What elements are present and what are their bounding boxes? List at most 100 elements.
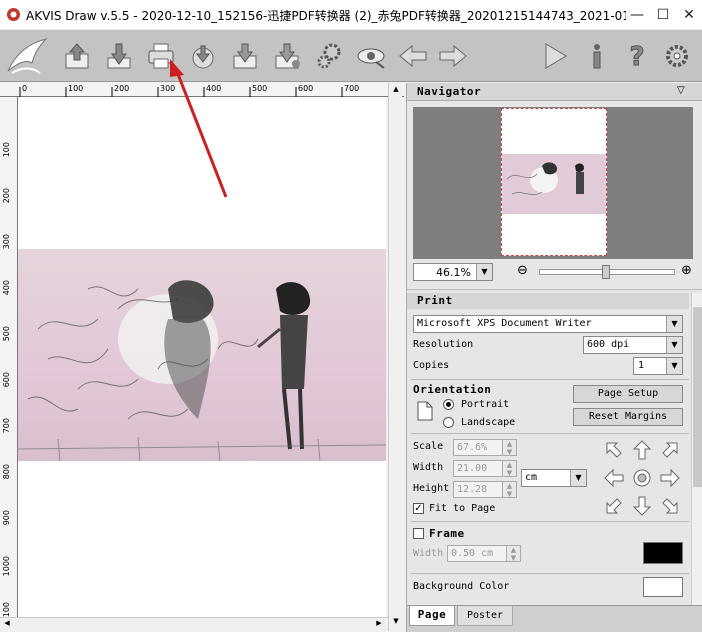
dropdown-arrow-icon[interactable]: ▼ — [666, 358, 682, 374]
zoom-select[interactable]: 46.1% ▼ — [413, 263, 493, 281]
printer-select[interactable]: Microsoft XPS Document Writer ▼ — [413, 315, 683, 333]
reset-margins-button[interactable]: Reset Margins — [573, 408, 683, 426]
settings-gear-icon[interactable] — [312, 40, 346, 72]
ruler-label: 700 — [2, 418, 11, 434]
save-icon[interactable] — [102, 40, 136, 72]
main-toolbar: ? — [0, 30, 702, 82]
ruler-label: 0 — [22, 84, 28, 93]
divider — [411, 521, 689, 522]
ruler-label: 800 — [2, 464, 11, 480]
window-title: AKVIS Draw v.5.5 - 2020-12-10_152156-迅捷P… — [26, 9, 626, 23]
spinner-arrows-icon[interactable]: ▲ ▼ — [506, 546, 520, 562]
horizontal-scrollbar[interactable]: ◀ ▶ — [0, 617, 388, 631]
zoom-value: 46.1% — [436, 266, 471, 279]
frame-color-swatch[interactable] — [643, 542, 683, 564]
scroll-up-icon[interactable]: ▲ — [391, 85, 401, 95]
navigator-header: Navigator ▽ — [407, 83, 702, 101]
align-bottom-icon[interactable] — [631, 495, 653, 517]
fit-to-page-checkbox[interactable]: ✓ — [413, 503, 424, 514]
close-button[interactable]: ✕ — [676, 0, 702, 30]
print-header: Print — [407, 293, 689, 309]
spinner-arrows-icon[interactable]: ▲ ▼ — [502, 461, 516, 477]
dropdown-arrow-icon[interactable]: ▼ — [666, 316, 682, 332]
scale-label: Scale — [413, 441, 444, 452]
dropdown-arrow-icon[interactable]: ▼ — [570, 470, 586, 486]
width-label: Width — [413, 462, 444, 473]
panel-scrollbar[interactable] — [691, 293, 702, 613]
copies-label: Copies — [413, 360, 450, 371]
ruler-label: 500 — [2, 326, 11, 342]
info-icon[interactable] — [580, 40, 614, 72]
landscape-label: Landscape — [461, 417, 516, 428]
svg-text:?: ? — [629, 42, 644, 72]
landscape-radio[interactable] — [443, 417, 454, 428]
vertical-scrollbar[interactable]: ▲ ▼ — [388, 83, 402, 631]
align-bottom-right-icon[interactable] — [659, 495, 681, 517]
dropdown-arrow-icon[interactable]: ▼ — [476, 264, 492, 280]
minimize-button[interactable]: — — [624, 0, 650, 30]
tab-page-label: Page — [417, 608, 447, 621]
ruler-label: 900 — [2, 510, 11, 526]
align-right-icon[interactable] — [659, 467, 681, 489]
scroll-left-icon[interactable]: ◀ — [2, 619, 12, 629]
align-center-icon[interactable] — [631, 467, 653, 489]
orientation-title: Orientation — [413, 383, 492, 396]
frame-checkbox[interactable] — [413, 528, 424, 539]
height-value: 12.28 — [457, 484, 488, 495]
align-top-icon[interactable] — [631, 439, 653, 461]
spinner-arrows-icon[interactable]: ▲ ▼ — [502, 482, 516, 498]
height-label: Height — [413, 483, 450, 494]
height-spinner[interactable]: 12.28 ▲ ▼ — [453, 481, 517, 498]
zoom-slider[interactable] — [539, 265, 675, 279]
align-top-left-icon[interactable] — [603, 439, 625, 461]
print-title: Print — [417, 294, 453, 307]
unit-select[interactable]: cm ▼ — [521, 469, 587, 487]
resolution-value: 600 dpi — [587, 339, 630, 350]
scale-spinner[interactable]: 67.6% ▲ ▼ — [453, 439, 517, 456]
scroll-down-icon[interactable]: ▼ — [391, 617, 401, 627]
zoom-slider-thumb[interactable] — [602, 265, 610, 279]
divider — [407, 289, 702, 290]
preferences-icon[interactable] — [660, 40, 694, 72]
panel-scroll-thumb[interactable] — [693, 307, 702, 487]
navigator-page — [501, 108, 607, 256]
portrait-radio[interactable] — [443, 399, 454, 410]
help-icon[interactable]: ? — [620, 40, 654, 73]
run-play-icon[interactable] — [538, 40, 572, 72]
zoom-out-button[interactable]: ⊖ — [517, 263, 528, 278]
width-spinner[interactable]: 21.00 ▲ ▼ — [453, 460, 517, 477]
navigator-thumbnail — [502, 154, 606, 214]
resolution-label: Resolution — [413, 339, 474, 350]
tab-page[interactable]: Page — [409, 606, 455, 626]
resolution-select[interactable]: 600 dpi ▼ — [583, 336, 683, 354]
undo-arrow-icon[interactable] — [396, 40, 430, 72]
zoom-in-button[interactable]: ⊕ — [681, 263, 692, 278]
divider — [411, 573, 689, 574]
page-setup-button[interactable]: Page Setup — [573, 385, 683, 403]
batch-icon[interactable] — [270, 40, 304, 72]
frame-width-spinner[interactable]: 0.50 cm ▲ ▼ — [447, 545, 521, 562]
tab-poster[interactable]: Poster — [457, 606, 513, 626]
preview-eye-icon[interactable] — [354, 40, 388, 72]
align-top-right-icon[interactable] — [659, 439, 681, 461]
open-image-icon[interactable] — [60, 40, 94, 72]
scroll-right-icon[interactable]: ▶ — [374, 619, 384, 629]
dropdown-arrow-icon[interactable]: ▼ — [666, 337, 682, 353]
maximize-button[interactable]: ☐ — [650, 0, 676, 30]
tab-bar: Page Poster — [407, 605, 702, 632]
navigator-preview[interactable] — [413, 107, 693, 259]
ruler-label: 300 — [2, 234, 11, 250]
divider — [411, 379, 689, 380]
spinner-arrows-icon[interactable]: ▲ ▼ — [502, 440, 516, 456]
printer-value: Microsoft XPS Document Writer — [417, 318, 592, 329]
ruler-label: 100 — [2, 142, 11, 158]
align-bottom-left-icon[interactable] — [603, 495, 625, 517]
collapse-chevron-icon[interactable]: ▽ — [677, 85, 685, 96]
redo-arrow-icon[interactable] — [436, 40, 470, 72]
portrait-label: Portrait — [461, 399, 510, 410]
copies-spinner[interactable]: 1 ▼ — [633, 357, 683, 375]
align-left-icon[interactable] — [603, 467, 625, 489]
background-color-swatch[interactable] — [643, 577, 683, 597]
fit-to-page-label: Fit to Page — [429, 503, 496, 514]
radio-dot — [446, 402, 451, 407]
